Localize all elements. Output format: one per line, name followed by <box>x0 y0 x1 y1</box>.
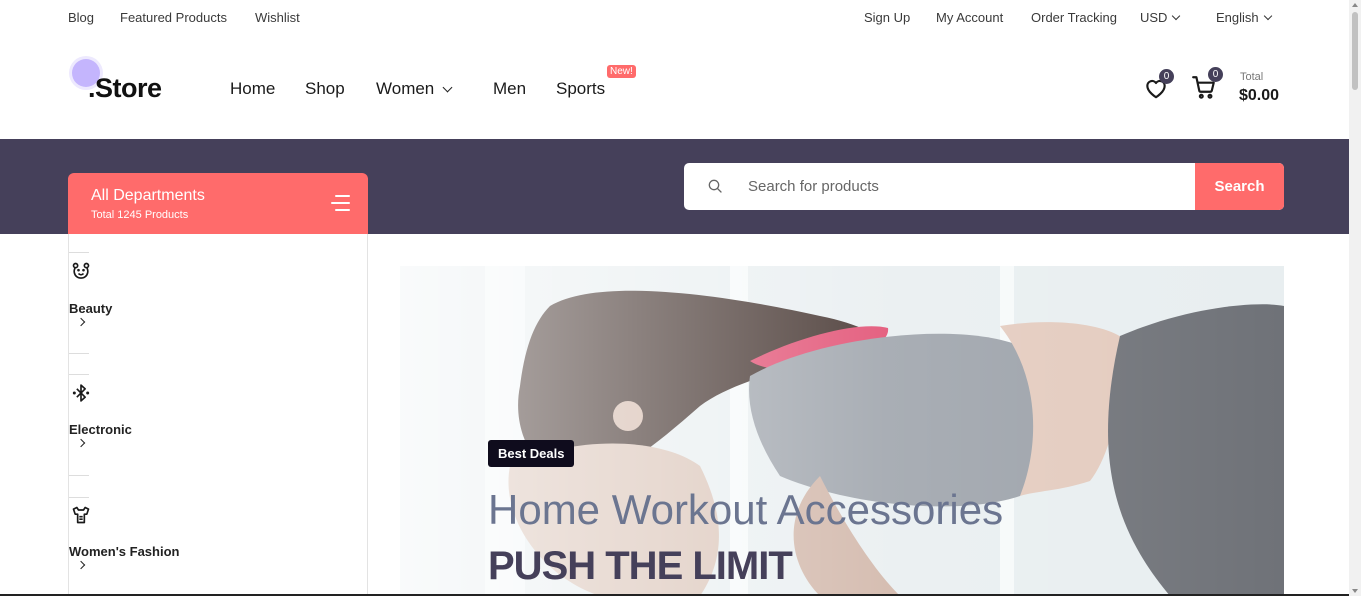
chevron-down-icon <box>442 82 453 92</box>
wishlist-count: 0 <box>1159 69 1174 84</box>
search-bar: Search <box>684 163 1284 210</box>
chevron-right-icon <box>76 317 86 327</box>
scroll-down-icon[interactable] <box>1352 589 1358 593</box>
divider <box>69 374 89 375</box>
top-bar: Blog Featured Products Wishlist Sign Up … <box>0 0 1349 36</box>
hero-banner[interactable]: Best Deals Home Workout Accessories PUSH… <box>400 266 1284 596</box>
divider <box>69 353 89 354</box>
store-logo[interactable]: .Store <box>68 56 188 106</box>
nav-shop[interactable]: Shop <box>305 79 345 99</box>
divider <box>69 475 89 476</box>
store-page: Blog Featured Products Wishlist Sign Up … <box>0 0 1361 596</box>
category-label: Women's Fashion <box>69 544 180 559</box>
scroll-up-icon[interactable] <box>1352 3 1358 7</box>
departments-subtitle: Total 1245 Products <box>91 209 189 221</box>
new-badge: New! <box>607 65 636 78</box>
all-departments-toggle[interactable]: All Departments Total 1245 Products <box>68 173 368 234</box>
hero-subtitle: Home Workout Accessories <box>488 486 1004 533</box>
category-label: Electronic <box>69 422 132 437</box>
search-input[interactable] <box>748 163 1188 210</box>
departments-title: All Departments <box>91 187 205 204</box>
divider <box>69 497 89 498</box>
bear-icon <box>72 262 90 279</box>
category-label: Beauty <box>69 301 113 316</box>
cart-total-label: Total <box>1240 71 1264 83</box>
chevron-down-icon <box>1263 11 1272 20</box>
cart-count: 0 <box>1208 67 1223 82</box>
language-label: English <box>1216 10 1259 25</box>
page-scrollbar[interactable] <box>1349 0 1361 596</box>
chevron-right-icon <box>76 438 86 448</box>
nav-men[interactable]: Men <box>493 79 526 99</box>
language-dropdown[interactable]: English <box>1216 10 1272 25</box>
search-button[interactable]: Search <box>1195 163 1284 210</box>
cart-total-value: $0.00 <box>1239 87 1280 104</box>
logo-text: .Store <box>88 73 162 103</box>
best-deals-badge: Best Deals <box>488 440 575 467</box>
blog-link[interactable]: Blog <box>68 10 94 25</box>
chevron-right-icon <box>76 560 86 570</box>
nav-home[interactable]: Home <box>230 79 275 99</box>
currency-label: USD <box>1140 10 1168 25</box>
order-tracking-link[interactable]: Order Tracking <box>1031 10 1117 25</box>
nav-women-label: Women <box>376 79 435 98</box>
hero-title: PUSH THE LIMIT <box>488 544 793 588</box>
nav-sports[interactable]: Sports <box>556 79 605 99</box>
search-icon <box>708 179 722 193</box>
divider <box>69 252 89 253</box>
chevron-down-icon <box>1172 11 1181 20</box>
featured-products-link[interactable]: Featured Products <box>120 10 227 25</box>
my-account-link[interactable]: My Account <box>936 10 1003 25</box>
currency-dropdown[interactable]: USD <box>1140 10 1181 25</box>
scroll-thumb[interactable] <box>1352 12 1358 90</box>
category-sidebar: Beauty Electronic Women's Fashion <box>68 234 368 596</box>
bluetooth-icon <box>72 384 90 402</box>
menu-icon <box>331 194 350 212</box>
sign-up-link[interactable]: Sign Up <box>864 10 910 25</box>
dress-icon <box>72 506 90 524</box>
nav-women[interactable]: Women <box>376 79 453 99</box>
wishlist-link[interactable]: Wishlist <box>255 10 300 25</box>
